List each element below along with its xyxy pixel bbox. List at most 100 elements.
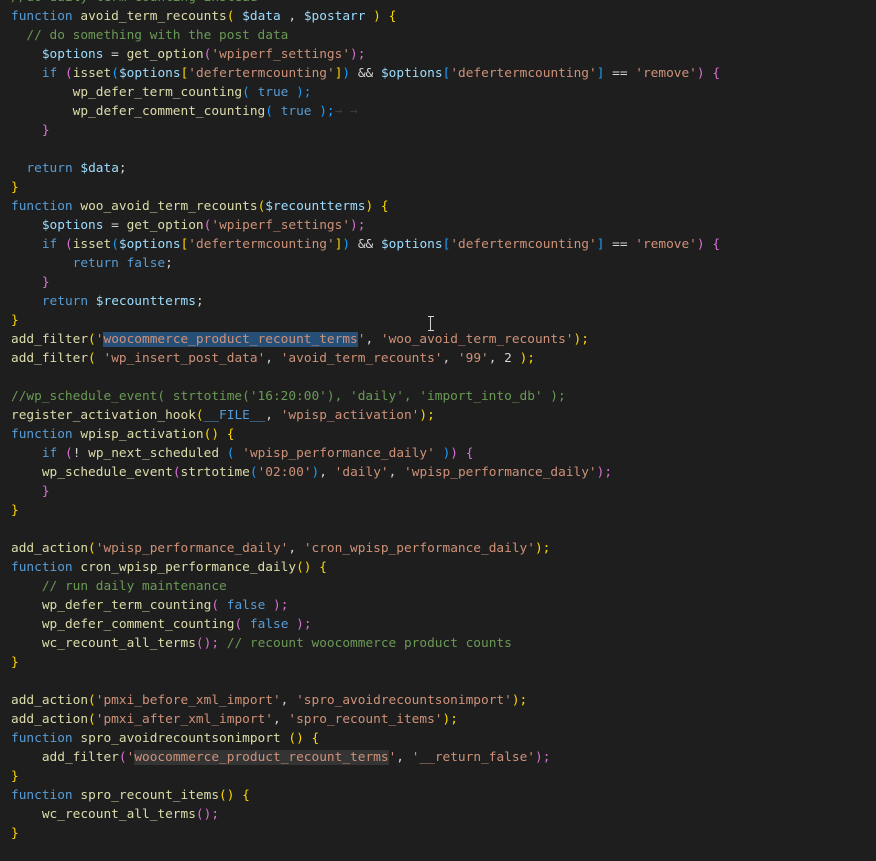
code-line[interactable]: wp_defer_term_counting( false ); [0,596,876,615]
code-token: ; [165,256,173,271]
code-token: $options [118,237,181,252]
code-token: add_filter [41,750,119,765]
code-line[interactable]: if (isset($options['defertermcounting'])… [0,64,876,83]
code-line[interactable]: add_action('pmxi_after_xml_import', 'spr… [0,710,876,729]
code-token: ); [350,47,366,62]
code-token: ) [450,446,458,461]
code-token: ( [118,750,127,765]
code-line[interactable]: wp_defer_comment_counting( true );→ → [0,102,876,121]
code-line[interactable]: add_action('pmxi_before_xml_import', 'sp… [0,691,876,710]
code-token: 'wpisp_activation' [280,408,420,423]
code-token: , [265,351,281,366]
code-line[interactable]: register_activation_hook(__FILE__, 'wpis… [0,406,876,425]
code-token: ( [64,446,73,461]
code-line[interactable]: } [0,767,876,786]
code-editor[interactable]: //do daily term counting instead function… [0,0,876,843]
code-line[interactable]: add_filter( 'wp_insert_post_data', 'avoi… [0,349,876,368]
code-line[interactable]: function spro_avoidrecountsonimport () { [0,729,876,748]
code-token: false [126,256,166,271]
code-line[interactable]: function wpisp_activation() { [0,425,876,444]
code-line[interactable]: function woo_avoid_term_recounts($recoun… [0,197,876,216]
code-token: 'woo_avoid_term_recounts' [380,332,574,347]
code-line[interactable]: add_action('wpisp_performance_daily', 'c… [0,539,876,558]
code-line[interactable]: function spro_recount_items() { [0,786,876,805]
code-line[interactable]: function avoid_term_recounts( $data , $p… [0,7,876,26]
code-line[interactable]: } [0,653,876,672]
code-line[interactable] [0,368,876,387]
code-token: , [488,351,505,366]
code-token: false [219,598,273,613]
code-token: wp_next_scheduled [88,446,220,461]
code-line[interactable]: function cron_wpisp_performance_daily() … [0,558,876,577]
code-token: // recount woocommerce product counts [226,636,512,651]
code-token: $options [41,218,104,233]
code-token: return [41,294,89,309]
code-token: woocommerce_product_recount_terms [103,332,358,347]
code-line[interactable]: } [0,178,876,197]
code-token: ( [172,465,181,480]
code-line[interactable]: wc_recount_all_terms(); [0,805,876,824]
code-line[interactable]: } [0,501,876,520]
code-token: ); [272,598,289,613]
code-line[interactable] [0,672,876,691]
code-line[interactable]: $options = get_option('wpiperf_settings'… [0,216,876,235]
code-token: ) [342,237,351,252]
code-line[interactable]: } [0,824,876,843]
code-line[interactable]: return $recountterms; [0,292,876,311]
code-line[interactable]: // run daily maintenance [0,577,876,596]
code-token: , [442,351,458,366]
code-token: ( [195,408,204,423]
code-line[interactable]: add_filter('woocommerce_product_recount_… [0,748,876,767]
code-token: , [280,9,304,24]
code-line[interactable] [0,140,876,159]
code-token: ); [350,218,366,233]
code-line[interactable]: //do daily term counting instead [0,0,876,7]
code-token: ( [111,237,119,252]
code-token: isset [72,237,112,252]
code-token: add_action [11,693,89,708]
code-line[interactable]: } [0,482,876,501]
code-token: add_filter [11,351,89,366]
code-line[interactable]: //wp_schedule_event( strtotime('16:20:00… [0,387,876,406]
code-line[interactable]: wp_defer_term_counting( true ); [0,83,876,102]
code-token: 'pmxi_after_xml_import' [95,712,273,727]
code-token: 'defertermcounting' [450,237,597,252]
code-token: } [11,180,19,195]
code-line[interactable]: return $data; [0,159,876,178]
code-token: get_option [126,47,204,62]
code-line[interactable]: } [0,121,876,140]
code-line[interactable]: wp_defer_comment_counting( false ); [0,615,876,634]
code-line[interactable]: wp_schedule_event(strtotime('02:00'), 'd… [0,463,876,482]
code-line[interactable]: if (! wp_next_scheduled ( 'wpisp_perform… [0,444,876,463]
code-line[interactable]: wc_recount_all_terms(); // recount wooco… [0,634,876,653]
code-token: ( [88,712,96,727]
code-line[interactable] [0,520,876,539]
code-line[interactable]: if (isset($options['defertermcounting'])… [0,235,876,254]
code-token: ( [265,104,273,119]
code-token: ( [88,351,96,366]
code-line[interactable]: add_filter('woocommerce_product_recount_… [0,330,876,349]
code-token: ( [234,617,243,632]
code-token: wpisp_activation [80,427,204,442]
code-token: wp_defer_comment_counting [72,104,266,119]
code-line[interactable]: } [0,311,876,330]
code-token: wp_schedule_event [41,465,173,480]
code-token: spro_avoidrecountsonimport [80,731,281,746]
code-line[interactable]: return false; [0,254,876,273]
code-line[interactable]: } [0,273,876,292]
code-token: wp_defer_term_counting [72,85,243,100]
code-token: 'wpiperf_settings' [211,47,351,62]
code-token: } [11,503,19,518]
code-token: () [280,731,312,746]
code-token: ); [319,104,335,119]
code-token: ); [573,332,589,347]
code-token: } [41,484,50,499]
code-line[interactable]: // do something with the post data [0,26,876,45]
code-line[interactable]: $options = get_option('wpiperf_settings'… [0,45,876,64]
